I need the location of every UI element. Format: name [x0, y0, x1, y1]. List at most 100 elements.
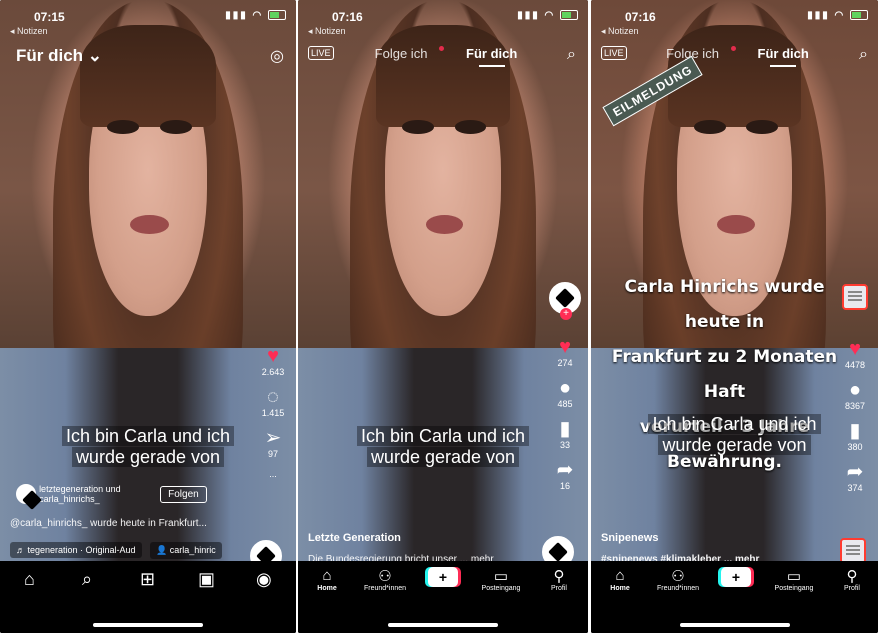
like-icon[interactable]: ♥: [256, 346, 290, 366]
share-count: 374: [847, 483, 863, 493]
action-rail: + ♥ 274 ● 485 ▮ 33 ➦ 16: [548, 282, 582, 501]
home-indicator-area: [298, 613, 588, 633]
tab-following[interactable]: Folge ich: [660, 46, 742, 61]
profile-icon: ⚲: [553, 568, 565, 585]
creator-avatar[interactable]: [842, 284, 868, 310]
comment-icon[interactable]: ●: [838, 380, 872, 400]
status-bar: 07:16 ▮▮▮ ◠: [298, 8, 588, 24]
like-count: 4478: [844, 360, 866, 370]
nav-friends-label: Freund*innen: [363, 585, 407, 592]
nav-create[interactable]: +: [414, 567, 472, 587]
like-icon[interactable]: ♥: [548, 337, 582, 357]
account-name[interactable]: Snipenews: [601, 532, 658, 544]
back-to-notizen[interactable]: ◂ Notizen: [601, 26, 639, 37]
caption-line-2: wurde gerade von: [366, 447, 520, 467]
battery-icon: [850, 10, 868, 21]
profile-icon: ⚲: [846, 568, 858, 585]
tab-for-you[interactable]: Für dich: [466, 46, 517, 61]
triptych: 07:15 ▮▮▮ ◠ ◂ Notizen Für dich ⌄ ◎ ♥ 2.64…: [0, 0, 878, 633]
music-row: ♬ tegeneration · Original-Aud 👤 carla_hi…: [10, 542, 228, 559]
back-to-notizen[interactable]: ◂ Notizen: [308, 26, 346, 37]
caption-line-2: wurde gerade von: [71, 447, 225, 467]
nav-home[interactable]: ⌂ Home: [298, 567, 356, 592]
share-icon[interactable]: ➦: [838, 462, 872, 482]
like-icon[interactable]: ♥: [838, 339, 872, 359]
search-icon[interactable]: ⌕: [82, 569, 92, 590]
nav-profile[interactable]: ⚲ Profil: [530, 567, 588, 592]
friends-icon: ⚇: [378, 568, 392, 585]
home-icon: ⌂: [615, 567, 625, 584]
nav-inbox[interactable]: ▭ Posteingang: [472, 567, 530, 592]
home-indicator: [93, 623, 203, 627]
home-icon: ⌂: [322, 567, 332, 584]
profile-icon[interactable]: ◉: [256, 569, 272, 590]
follow-button[interactable]: Folgen: [160, 485, 207, 503]
home-icon[interactable]: ⌂: [24, 569, 35, 590]
video-description[interactable]: @carla_hinrichs_ wurde heute in Frankfur…: [10, 518, 207, 529]
status-time: 07:16: [332, 10, 363, 24]
nav-inbox-label: Posteingang: [481, 585, 521, 592]
back-to-notizen[interactable]: ◂ Notizen: [10, 26, 48, 37]
battery-icon: [560, 10, 578, 21]
create-icon[interactable]: ⊞: [140, 569, 155, 590]
comment-count: 8367: [844, 401, 866, 411]
nav-inbox-label: Posteingang: [774, 585, 814, 592]
account-name[interactable]: Letzte Generation: [308, 532, 401, 544]
search-icon[interactable]: ⌕: [859, 46, 868, 64]
video-frame[interactable]: [0, 0, 296, 633]
nav-friends-label: Freund*innen: [656, 585, 700, 592]
action-rail: ♥ 4478 ● 8367 ▮ 380 ➦ 374: [838, 284, 872, 503]
caption-line-2: wurde gerade von: [658, 435, 811, 455]
account-row: letztegeneration und carla_hinrichs_ Fol…: [16, 484, 207, 504]
video-caption: Ich bin Carla und ich wurde gerade von: [591, 414, 878, 456]
avatar[interactable]: [16, 484, 36, 504]
screenshot-panel-2: 07:16 ▮▮▮ ◠ ◂ Notizen LIVE Folge ich Für…: [298, 0, 588, 633]
nav-profile-label: Profil: [844, 585, 860, 592]
tab-for-you[interactable]: Für dich: [758, 46, 809, 61]
caption-line-1: Ich bin Carla und ich: [648, 414, 821, 434]
reels-icon[interactable]: ▣: [198, 569, 215, 590]
nav-inbox[interactable]: ▭ Posteingang: [765, 567, 823, 592]
comment-count: 485: [557, 399, 573, 409]
home-indicator: [388, 623, 498, 627]
headline-line-1: Carla Hinrichs wurde heute in: [624, 277, 825, 332]
bottom-nav: ⌂ Home ⚇ Freund*innen + ▭ Posteingang ⚲ Prof…: [591, 561, 878, 613]
comment-count: 1.415: [261, 408, 285, 418]
plus-icon: +: [428, 567, 458, 587]
inbox-icon: ▭: [493, 568, 509, 585]
status-icons: ▮▮▮ ◠: [517, 10, 578, 21]
tab-following-label: Folge ich: [374, 46, 428, 61]
comment-icon[interactable]: ◌: [256, 387, 290, 407]
nav-friends[interactable]: ⚇ Freund*innen: [649, 567, 707, 592]
nav-home[interactable]: ⌂ Home: [591, 567, 649, 592]
home-indicator-area: [591, 613, 878, 633]
nav-create[interactable]: +: [707, 567, 765, 587]
nav-profile-label: Profil: [551, 585, 567, 592]
home-indicator-area: [0, 613, 296, 633]
comment-icon[interactable]: ●: [548, 378, 582, 398]
top-nav: LIVE Folge ich Für dich ⌕: [591, 46, 878, 70]
camera-icon[interactable]: ◎: [270, 46, 284, 66]
status-bar: 07:16 ▮▮▮ ◠: [591, 8, 878, 24]
more-options[interactable]: ...: [256, 469, 290, 479]
status-time: 07:15: [34, 10, 65, 24]
sound-pill[interactable]: ♬ tegeneration · Original-Aud: [10, 542, 142, 558]
nav-profile[interactable]: ⚲ Profil: [823, 567, 878, 592]
caption-line-1: Ich bin Carla und ich: [61, 426, 235, 446]
status-bar: 07:15 ▮▮▮ ◠: [0, 8, 296, 24]
search-icon[interactable]: ⌕: [567, 46, 576, 64]
bottom-nav: ⌂ Home ⚇ Freund*innen + ▭ Posteingang ⚲ Prof…: [298, 561, 588, 613]
feed-tabs: Folge ich Für dich: [298, 46, 588, 61]
nav-friends[interactable]: ⚇ Freund*innen: [356, 567, 414, 592]
tab-following[interactable]: Folge ich: [369, 46, 451, 61]
account-names[interactable]: letztegeneration und carla_hinrichs_: [39, 484, 149, 504]
caption-line-1: Ich bin Carla und ich: [356, 426, 530, 446]
user-pill[interactable]: 👤 carla_hinric: [150, 542, 222, 559]
feed-selector[interactable]: Für dich ⌄: [16, 46, 102, 66]
creator-avatar[interactable]: +: [549, 282, 581, 320]
feed-tabs: Folge ich Für dich: [591, 46, 878, 61]
status-icons: ▮▮▮ ◠: [807, 10, 868, 21]
status-time: 07:16: [625, 10, 656, 24]
top-nav: LIVE Folge ich Für dich ⌕: [298, 46, 588, 70]
friends-icon: ⚇: [671, 568, 685, 585]
